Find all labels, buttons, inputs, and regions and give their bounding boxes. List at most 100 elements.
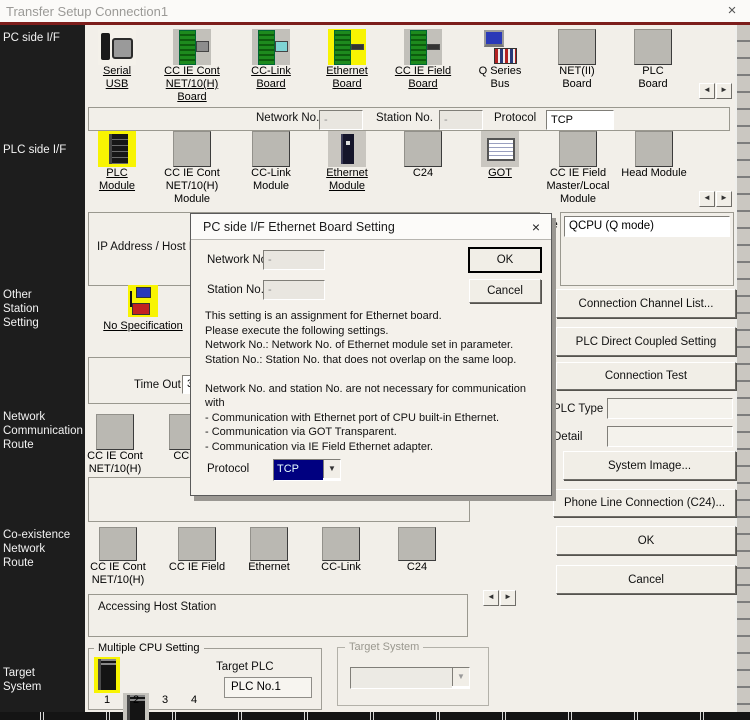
pc-if-scroll: ◄ ► [699, 83, 732, 99]
dialog-network-no-field: - [263, 250, 325, 270]
titlebar-accent-line [0, 22, 750, 25]
plc-if-scroll: ◄ ► [699, 191, 732, 207]
scroll-right-icon[interactable]: ► [716, 191, 732, 207]
sidebar-item-other-station-setting: Other Station Setting [0, 288, 39, 330]
plc-type-label: PLC Type [553, 403, 603, 415]
scroll-right-icon[interactable]: ► [500, 590, 516, 606]
dialog-protocol-label: Protocol [207, 463, 249, 475]
netroute-item-cc-ie-cont[interactable]: CC IE Cont NET/10(H) [77, 414, 153, 476]
plc-if-item-c24[interactable]: C24 [385, 131, 461, 180]
cpu-1-icon[interactable] [94, 657, 120, 693]
network-no-label: Network No. [256, 112, 319, 124]
plc-direct-coupled-setting-button[interactable]: PLC Direct Coupled Setting [556, 327, 736, 356]
info-line: Please execute the following settings. [205, 324, 549, 339]
pc-if-item-cc-ie-field-board[interactable]: CC IE Field Board [385, 29, 461, 91]
pc-if-item-net2-board[interactable]: NET(II) Board [539, 29, 615, 91]
dialog-network-no-label: Network No. [207, 254, 270, 266]
coexist-item-cc-ie-field[interactable]: CC IE Field [159, 527, 235, 574]
detail-label: Detail [553, 431, 582, 443]
pc-if-item-q-series-bus[interactable]: Q Series Bus [462, 29, 538, 91]
plc-board-icon [634, 29, 672, 65]
pc-if-label: CC-Link Board [251, 65, 291, 91]
coexist-c24-icon [398, 527, 436, 561]
sidebar-item-pc-side-if: PC side I/F [0, 31, 60, 45]
scroll-left-icon[interactable]: ◄ [483, 590, 499, 606]
sidebar-item-plc-side-if: PLC side I/F [0, 143, 66, 157]
scroll-right-icon[interactable]: ► [716, 83, 732, 99]
plc-if-label: Ethernet Module [326, 167, 368, 193]
pc-if-item-plc-board[interactable]: PLC Board [615, 29, 691, 91]
pc-if-item-cc-ie-cont-board[interactable]: CC IE Cont NET/10(H) Board [154, 29, 230, 104]
system-image-button[interactable]: System Image... [563, 451, 736, 480]
ethernet-board-icon [328, 29, 366, 65]
plc-if-item-got[interactable]: GOT [462, 131, 538, 180]
serial-usb-icon [98, 29, 136, 65]
dialog-title: PC side I/F Ethernet Board Setting [203, 220, 395, 234]
cancel-button[interactable]: Cancel [556, 565, 736, 594]
cc-link-board-icon [252, 29, 290, 65]
plc-if-item-head-module[interactable]: Head Module [613, 131, 695, 180]
chevron-down-icon[interactable]: ▼ [323, 460, 340, 478]
detail-field [607, 426, 733, 447]
info-line: Network No. and station No. are not nece… [205, 382, 549, 397]
coexist-item-cc-link[interactable]: CC-Link [303, 527, 379, 574]
coexist-item-ethernet[interactable]: Ethernet [231, 527, 307, 574]
target-plc-field: PLC No.1 [224, 677, 312, 698]
dialog-cancel-button[interactable]: Cancel [469, 279, 541, 303]
phone-line-connection-button[interactable]: Phone Line Connection (C24)... [553, 489, 736, 517]
cc-ie-cont-module-icon [173, 131, 211, 167]
pc-if-item-ethernet-board[interactable]: Ethernet Board [309, 29, 385, 91]
coexist-item-c24[interactable]: C24 [379, 527, 455, 574]
cpu-2-number: 2 [123, 694, 149, 707]
target-system-value [351, 668, 452, 688]
connection-test-button[interactable]: Connection Test [556, 362, 736, 390]
netroute-cc-ie-cont-icon [96, 414, 134, 450]
window-title: Transfer Setup Connection1 [6, 4, 168, 19]
plc-if-item-plc-module[interactable]: PLC Module [79, 131, 155, 193]
plc-if-item-cc-ie-cont-module[interactable]: CC IE Cont NET/10(H) Module [154, 131, 230, 206]
dialog-protocol-select[interactable]: TCP ▼ [273, 459, 341, 481]
plc-mode-box: QCPU (Q mode) [560, 212, 734, 286]
other-station-item-no-specification[interactable]: No Specification [88, 285, 198, 333]
window-close-icon[interactable]: × [720, 1, 744, 21]
info-line: This setting is an assignment for Ethern… [205, 309, 549, 324]
pc-if-label: CC IE Cont NET/10(H) Board [164, 65, 220, 104]
dialog-ok-button[interactable]: OK [469, 248, 541, 272]
coexist-label: CC-Link [321, 561, 361, 574]
dialog-station-no-field: - [263, 280, 325, 300]
coexist-item-cc-ie-cont[interactable]: CC IE Cont NET/10(H) [80, 527, 156, 587]
plc-if-item-cc-link-module[interactable]: CC-Link Module [233, 131, 309, 193]
pc-if-item-serial-usb[interactable]: Serial USB [79, 29, 155, 91]
ok-button[interactable]: OK [556, 526, 736, 555]
connection-channel-list-button[interactable]: Connection Channel List... [556, 289, 736, 318]
plc-if-item-ethernet-module[interactable]: Ethernet Module [309, 131, 385, 193]
info-line: with [205, 396, 549, 411]
dialog-close-icon[interactable]: × [526, 218, 546, 236]
plc-module-icon [98, 131, 136, 167]
pc-if-label: CC IE Field Board [395, 65, 451, 91]
netroute-label: CC IE Cont NET/10(H) [87, 450, 143, 476]
scroll-left-icon[interactable]: ◄ [699, 191, 715, 207]
bottom-edge-strip [0, 712, 750, 720]
protocol-field[interactable]: TCP [546, 110, 614, 130]
sidebar: PC side I/F PLC side I/F Other Station S… [0, 25, 85, 712]
target-system-select: ▼ [350, 667, 470, 689]
chevron-down-icon: ▼ [452, 668, 469, 686]
c24-module-icon [404, 131, 442, 167]
network-no-field: - [319, 110, 363, 130]
coexist-label: C24 [407, 561, 427, 574]
accessing-host-station-box: Accessing Host Station [88, 594, 468, 637]
cpu-4-number: 4 [181, 694, 207, 707]
info-line: - Communication via GOT Transparent. [205, 425, 549, 440]
target-system-group-label: Target System [345, 641, 423, 653]
info-line: - Communication via IE Field Ethernet ad… [205, 440, 549, 455]
pc-if-item-cc-link-board[interactable]: CC-Link Board [233, 29, 309, 91]
plc-if-label: CC IE Cont NET/10(H) Module [164, 167, 220, 206]
scroll-left-icon[interactable]: ◄ [699, 83, 715, 99]
plc-if-item-cc-ie-field-master-local[interactable]: CC IE Field Master/Local Module [539, 131, 617, 206]
protocol-selected-value: TCP [274, 460, 323, 480]
coexist-cc-link-icon [322, 527, 360, 561]
cc-link-module-icon [252, 131, 290, 167]
got-icon [481, 131, 519, 167]
plc-if-label: CC-Link Module [251, 167, 291, 193]
